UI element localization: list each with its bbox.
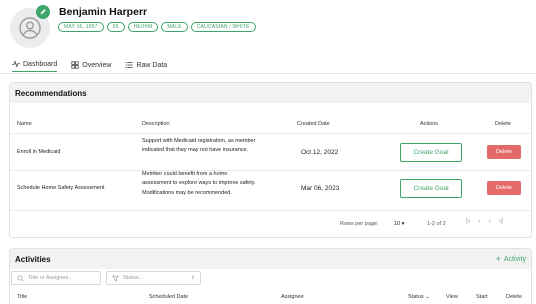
rows-per-page-value: 10 [394, 221, 401, 227]
column-header-assignee: Assignee [281, 294, 304, 300]
list-icon [126, 62, 134, 68]
rows-per-page-select[interactable]: 10 ▾ [394, 221, 404, 227]
column-header-delete: Delete [506, 294, 522, 300]
ethnicity-chip: CAUCASIAN / WHITE [190, 22, 256, 32]
tab-bar: Dashboard Overview Raw Data [12, 58, 167, 74]
title-assignee-search[interactable]: Title or Assignee... [11, 271, 101, 285]
activities-title: Activities [15, 254, 51, 264]
column-header-actions: Actions [420, 121, 439, 127]
add-activity-label: Activity [503, 255, 526, 263]
caret-down-icon: ▾ [401, 221, 405, 227]
dob-chip: MAY 16, 1957 [58, 22, 104, 32]
sex-chip: MALE [161, 22, 188, 32]
add-activity-button[interactable]: + Activity [496, 254, 526, 264]
tab-overview-label: Overview [82, 61, 112, 69]
column-header-scheduled-date: Scheduled Date [149, 294, 189, 300]
edit-avatar-button[interactable] [36, 5, 50, 19]
row-divider [10, 210, 531, 211]
recommendation-description: Support with Medicaid registration, as m… [142, 138, 256, 154]
pencil-icon [40, 9, 46, 15]
user-icon [19, 17, 41, 39]
status-header-label: Status [408, 294, 424, 300]
tab-dashboard-label: Dashboard [23, 60, 58, 68]
search-icon [17, 274, 24, 282]
column-header-created-date: Created Date [297, 121, 330, 127]
recommendation-created-date: Oct 12, 2022 [301, 149, 339, 156]
last-page-icon[interactable]: ›| [499, 218, 503, 225]
activities-header: Activities + Activity [10, 249, 531, 269]
status-placeholder: Status... [123, 275, 144, 281]
title-assignee-placeholder: Title or Assignee... [28, 275, 74, 281]
chevron-updown-icon: ⇕ [190, 275, 195, 281]
first-page-icon[interactable]: |‹ [466, 218, 470, 225]
column-header-name: Name [17, 121, 32, 127]
tab-divider [0, 73, 536, 74]
tab-dashboard[interactable]: Dashboard [12, 58, 58, 72]
filter-icon [112, 275, 119, 282]
rows-per-page-label: Rows per page: [340, 221, 379, 227]
column-header-view: View [446, 294, 458, 300]
recommendations-header: Recommendations [10, 83, 531, 103]
pagination-controls: |‹ ‹ › ›| [466, 218, 503, 225]
recommendations-title: Recommendations [15, 88, 87, 98]
status-filter[interactable]: Status... ⇕ [106, 271, 201, 285]
age-chip: 65 [106, 22, 125, 32]
pagination-range: 1-2 of 2 [427, 221, 446, 227]
recommendation-created-date: Mar 06, 2023 [301, 185, 340, 192]
patient-name: Benjamin Harperr [59, 6, 148, 18]
column-header-delete: Delete [495, 121, 511, 127]
next-page-icon[interactable]: › [489, 218, 491, 225]
recommendation-name: Enroll in Medicaid [17, 149, 61, 155]
tab-raw-data-label: Raw Data [136, 61, 168, 69]
create-goal-button[interactable]: Create Goal [400, 143, 462, 162]
create-goal-button[interactable]: Create Goal [400, 179, 462, 198]
patient-info-chips: MAY 16, 1957 65 HE/HIM MALE CAUCASIAN / … [58, 22, 256, 32]
grid-icon [71, 61, 79, 69]
tab-raw-data[interactable]: Raw Data [125, 58, 167, 72]
previous-page-icon[interactable]: ‹ [478, 218, 480, 225]
plus-icon: + [495, 254, 501, 264]
column-header-status[interactable]: Status ⌄ [408, 294, 430, 300]
delete-button[interactable]: Delete [487, 145, 521, 159]
row-divider [10, 170, 531, 171]
tab-overview[interactable]: Overview [71, 58, 111, 72]
column-header-description: Description [142, 121, 170, 127]
recommendation-name: Schedule Home Safety Assessment [17, 185, 105, 191]
chevron-down-icon: ⌄ [425, 294, 430, 300]
header-divider [10, 133, 531, 134]
recommendation-description: Member could benefit from a home assessm… [142, 171, 256, 196]
activity-icon [12, 60, 20, 68]
column-header-title: Title [17, 294, 28, 300]
delete-button[interactable]: Delete [487, 181, 521, 195]
pronouns-chip: HE/HIM [127, 22, 159, 32]
column-header-start: Start [476, 294, 488, 300]
